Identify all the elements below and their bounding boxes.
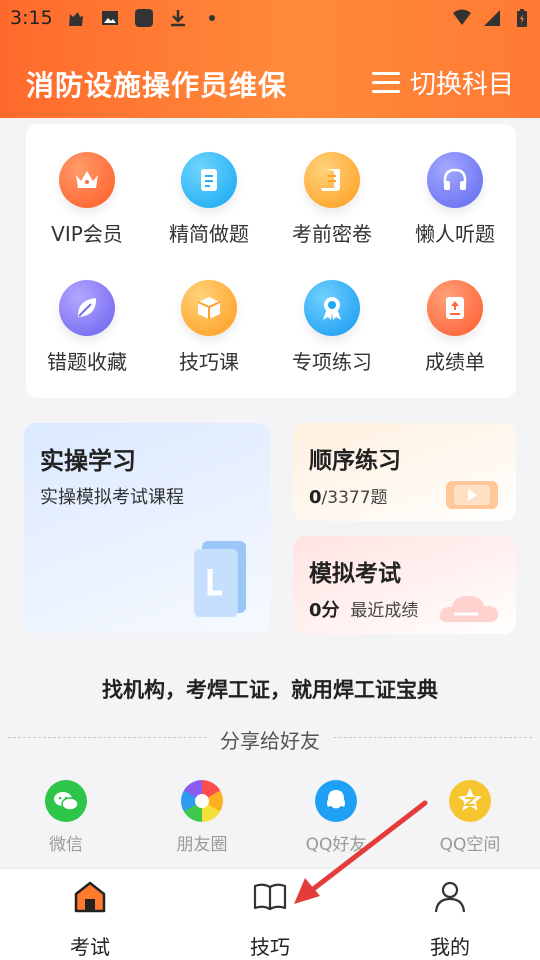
medal-icon (304, 280, 360, 336)
leaf-icon (59, 280, 115, 336)
sequence-progress: 0/3377题 (309, 487, 388, 508)
tab-mine[interactable]: 我的 (390, 879, 510, 960)
share-divider: 分享给好友 (8, 725, 532, 754)
dot-icon (209, 15, 215, 21)
grid-item-wrong-questions[interactable]: 错题收藏 (26, 280, 148, 375)
tab-tips[interactable]: 技巧 (210, 879, 330, 960)
sequence-title: 顺序练习 (309, 448, 401, 474)
headphones-icon (427, 152, 483, 208)
mock-score: 0分 最近成绩 (309, 600, 419, 621)
slogan-text: 找机构，考焊工证，就用焊工证宝典 (102, 678, 438, 702)
share-label: 分享给好友 (208, 725, 332, 754)
share-qzone-button[interactable]: QQ空间 (410, 780, 530, 855)
report-icon (427, 280, 483, 336)
scroll-icon (304, 152, 360, 208)
switch-subject-button[interactable]: 切换科目 (371, 64, 514, 101)
page-title: 消防设施操作员维保 (26, 69, 288, 102)
status-bar: 3:15 (0, 0, 540, 38)
grid-item-simplified[interactable]: 精简做题 (148, 152, 270, 247)
cloud-icon (439, 596, 498, 622)
house-icon (74, 881, 106, 913)
wifi-icon (453, 9, 471, 25)
document-icon (181, 152, 237, 208)
practical-learning-card[interactable]: 实操学习 实操模拟考试课程 (24, 423, 270, 633)
app-notification-icon (135, 9, 153, 27)
grid-item-report-card[interactable]: 成绩单 (394, 280, 516, 375)
practical-subtitle: 实操模拟考试课程 (40, 487, 184, 508)
grid-item-listen[interactable]: 懒人听题 (394, 152, 516, 247)
download-icon (171, 10, 185, 27)
status-time: 3:15 (10, 7, 53, 29)
mock-exam-card[interactable]: 模拟考试 0分 最近成绩 (293, 536, 516, 634)
crown-icon (59, 152, 115, 208)
qzone-icon (449, 780, 491, 822)
share-qq-button[interactable]: QQ好友 (276, 780, 396, 855)
battery-icon (517, 9, 527, 27)
share-wechat-button[interactable]: 微信 (6, 780, 126, 855)
bottom-tab-bar: 考试 技巧 我的 (0, 868, 540, 960)
grid-item-tips-course[interactable]: 技巧课 (148, 280, 270, 375)
qq-icon (315, 780, 357, 822)
person-icon (434, 881, 466, 913)
wechat-icon (45, 780, 87, 822)
menu-icon (371, 71, 400, 94)
box-icon (181, 280, 237, 336)
play-video-icon (446, 481, 498, 509)
image-notification-icon (102, 11, 118, 25)
mock-title: 模拟考试 (309, 561, 401, 587)
share-moments-button[interactable]: 朋友圈 (142, 780, 262, 855)
grid-item-vip[interactable]: VIP会员 (26, 152, 148, 247)
signal-icon (484, 10, 500, 26)
grid-item-secret-paper[interactable]: 考前密卷 (271, 152, 393, 247)
practical-title: 实操学习 (40, 447, 136, 475)
switch-subject-label: 切换科目 (409, 70, 514, 100)
sequence-practice-card[interactable]: 顺序练习 0/3377题 (293, 423, 516, 521)
book-illustration-icon (194, 541, 246, 617)
grid-item-special-practice[interactable]: 专项练习 (271, 280, 393, 375)
tab-exam[interactable]: 考试 (30, 879, 150, 960)
moments-icon (181, 780, 223, 822)
app-header: 3:15 消防设施操作员维保 切换科目 (0, 0, 540, 118)
cat-notification-icon (69, 12, 83, 26)
feature-grid: VIP会员 精简做题 考前密卷 懒人听题 错题收藏 技巧课 专项练习 成绩单 (26, 124, 516, 398)
book-icon (253, 883, 287, 911)
